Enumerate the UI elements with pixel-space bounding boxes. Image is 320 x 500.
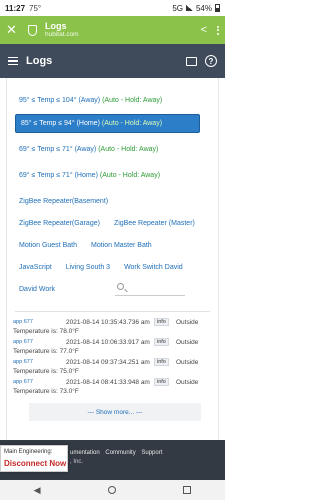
log-device: Outside — [176, 339, 199, 346]
hub-toast[interactable]: Main Engineering: Disconnect Now — [0, 445, 68, 472]
log-source-link[interactable]: app 677 — [13, 319, 33, 325]
log-message: Temperature is: 73.0°F — [13, 388, 79, 395]
back-icon[interactable]: ◀ — [34, 485, 41, 496]
url-box[interactable]: Logs hubitat.com — [45, 20, 79, 39]
search-input[interactable] — [115, 280, 185, 296]
signal-icon — [185, 5, 193, 11]
log-entry: app 677 2021-08-14 09:37:34.251 am info … — [13, 358, 215, 379]
log-source-link[interactable]: app 677 — [13, 359, 33, 365]
filter-zigbee-master[interactable]: ZigBee Repeater (Master) — [110, 217, 199, 230]
log-timestamp: 2021-08-14 10:35:43.736 am — [66, 319, 150, 326]
filter-david-work[interactable]: David Work — [15, 283, 59, 296]
log-message: Temperature is: 75.0°F — [13, 368, 79, 375]
battery-icon — [215, 4, 220, 12]
show-more-button[interactable]: --- Show more... --- — [29, 403, 201, 421]
close-icon[interactable]: ✕ — [6, 22, 20, 38]
log-level-badge: info — [154, 338, 169, 346]
more-options-icon[interactable] — [217, 25, 219, 35]
home-icon[interactable] — [107, 486, 116, 494]
disconnect-now-button[interactable]: Disconnect Now — [4, 459, 66, 468]
filter-zigbee-garage[interactable]: ZigBee Repeater(Garage) — [15, 217, 104, 230]
status-temperature: 75° — [29, 3, 42, 13]
browser-url: hubitat.com — [45, 30, 79, 38]
filter-motion-guest-bath[interactable]: Motion Guest Bath — [15, 239, 81, 252]
toast-hub-name: Main Engineering: — [4, 449, 53, 455]
device-filter-list: 95° ≤ Temp ≤ 104° (Away) (Auto - Hold: A… — [7, 78, 218, 296]
log-timestamp: 2021-08-14 10:06:33.917 am — [66, 339, 150, 346]
filter-motion-master-bath[interactable]: Motion Master Bath — [87, 239, 156, 252]
footer-link-documentation[interactable]: umentation — [70, 450, 100, 456]
log-message: Temperature is: 77.0°F — [13, 348, 79, 355]
log-device: Outside — [176, 319, 199, 326]
filter-temp-69-71-away[interactable]: 69° ≤ Temp ≤ 71° (Away) (Auto - Hold: Aw… — [15, 143, 162, 156]
log-level-badge: info — [154, 378, 169, 386]
filter-javascript[interactable]: JavaScript — [15, 261, 56, 274]
log-level-badge: info — [154, 358, 169, 366]
share-icon[interactable]: < — [201, 24, 207, 36]
filter-living-south-3[interactable]: Living South 3 — [62, 261, 114, 274]
menu-icon[interactable] — [8, 56, 18, 66]
shield-icon[interactable] — [28, 24, 37, 36]
divider — [15, 311, 210, 312]
help-icon[interactable]: ? — [205, 55, 217, 67]
filter-name: 69° ≤ Temp ≤ 71° (Home) — [19, 172, 98, 179]
log-entry: app 677 2021-08-14 10:35:43.736 am info … — [13, 318, 215, 339]
footer-link-community[interactable]: Community — [105, 450, 135, 456]
filter-work-switch-david[interactable]: Work Switch David — [120, 261, 187, 274]
filter-name: 69° ≤ Temp ≤ 71° (Away) — [19, 146, 97, 153]
page-title: Logs — [26, 55, 53, 67]
footer-link-support[interactable]: Support — [141, 450, 162, 456]
log-entry: app 677 2021-08-14 10:06:33.917 am info … — [13, 338, 215, 359]
filter-status: (Auto - Hold: Away) — [98, 146, 159, 153]
log-timestamp: 2021-08-14 09:37:34.251 am — [66, 359, 150, 366]
log-device: Outside — [176, 379, 199, 386]
filter-name: 85° ≤ Temp ≤ 94° (Home) — [21, 120, 100, 127]
filter-name: 95° ≤ Temp ≤ 104° (Away) — [19, 97, 101, 104]
log-source-link[interactable]: app 677 — [13, 379, 33, 385]
log-timestamp: 2021-08-14 08:41:33.948 am — [66, 379, 150, 386]
log-list: app 677 2021-08-14 10:35:43.736 am info … — [13, 318, 215, 399]
battery-percent: 54% — [195, 3, 212, 13]
filter-status: (Auto - Hold: Away) — [102, 97, 163, 104]
log-level-badge: info — [154, 318, 169, 326]
system-nav-bar: ◀ — [0, 480, 225, 500]
filter-status: (Auto - Hold: Away) — [101, 120, 163, 127]
log-device: Outside — [176, 359, 199, 366]
filter-temp-69-71-home[interactable]: 69° ≤ Temp ≤ 71° (Home) (Auto - Hold: Aw… — [15, 169, 164, 182]
recents-icon[interactable] — [183, 486, 192, 494]
status-bar: 11:27 75° 5G 54% — [0, 0, 225, 16]
footer-links: umentation Community Support — [70, 450, 166, 456]
footer-copyright: , Inc. — [70, 459, 84, 465]
search-icon — [117, 283, 124, 290]
log-entry: app 677 2021-08-14 08:41:33.948 am info … — [13, 378, 215, 399]
network-type: 5G — [172, 3, 183, 13]
status-right: 5G 54% — [172, 4, 220, 13]
log-message: Temperature is: 78.0°F — [13, 328, 79, 335]
logs-panel: 95° ≤ Temp ≤ 104° (Away) (Auto - Hold: A… — [6, 78, 219, 440]
filter-temp-95-104-away[interactable]: 95° ≤ Temp ≤ 104° (Away) (Auto - Hold: A… — [15, 94, 166, 107]
chat-icon[interactable] — [186, 56, 197, 66]
log-source-link[interactable]: app 677 — [13, 339, 33, 345]
browser-page-title: Logs — [45, 20, 67, 31]
status-time: 11:27 — [5, 3, 26, 13]
browser-toolbar: ✕ Logs hubitat.com < — [0, 16, 225, 44]
filter-zigbee-basement[interactable]: ZigBee Repeater(Basement) — [15, 195, 112, 208]
filter-status: (Auto - Hold: Away) — [99, 172, 161, 179]
app-header: Logs ? — [0, 44, 225, 78]
filter-temp-85-94-home[interactable]: 85° ≤ Temp ≤ 94° (Home) (Auto - Hold: Aw… — [15, 114, 200, 133]
